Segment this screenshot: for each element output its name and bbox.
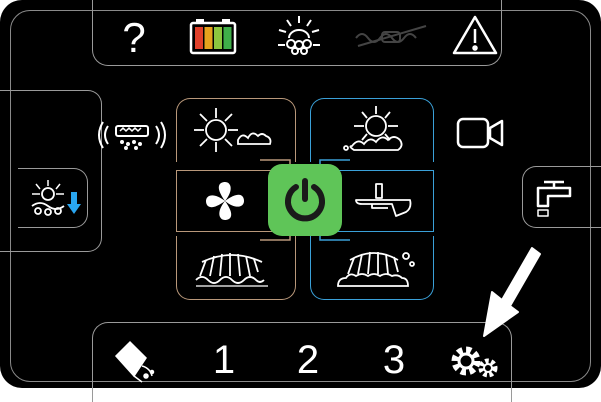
pump-disabled-icon <box>352 24 432 48</box>
drain-icon[interactable] <box>112 336 160 383</box>
preset-3[interactable]: 3 <box>374 340 414 380</box>
wireless-signal-icon <box>98 118 166 152</box>
camera-icon[interactable] <box>456 116 504 150</box>
control-panel-screen: ? 1 2 3 <box>0 0 601 402</box>
preset-1[interactable]: 1 <box>204 340 244 380</box>
pointer-arrow-icon <box>470 240 550 344</box>
brush-scrub-icon <box>192 106 276 156</box>
water-tap-icon <box>534 178 574 218</box>
power-icon <box>282 177 328 223</box>
svg-text:?: ? <box>122 14 145 61</box>
help-icon[interactable]: ? <box>120 14 148 61</box>
fan-icon <box>204 180 246 222</box>
preset-2[interactable]: 2 <box>288 340 328 380</box>
water-level-icon <box>276 14 322 56</box>
squeegee-icon <box>352 182 414 222</box>
brush-down-icon <box>28 178 84 218</box>
battery-icon <box>189 18 237 55</box>
settings-gears-icon[interactable] <box>448 340 502 382</box>
warning-icon[interactable] <box>452 14 498 56</box>
